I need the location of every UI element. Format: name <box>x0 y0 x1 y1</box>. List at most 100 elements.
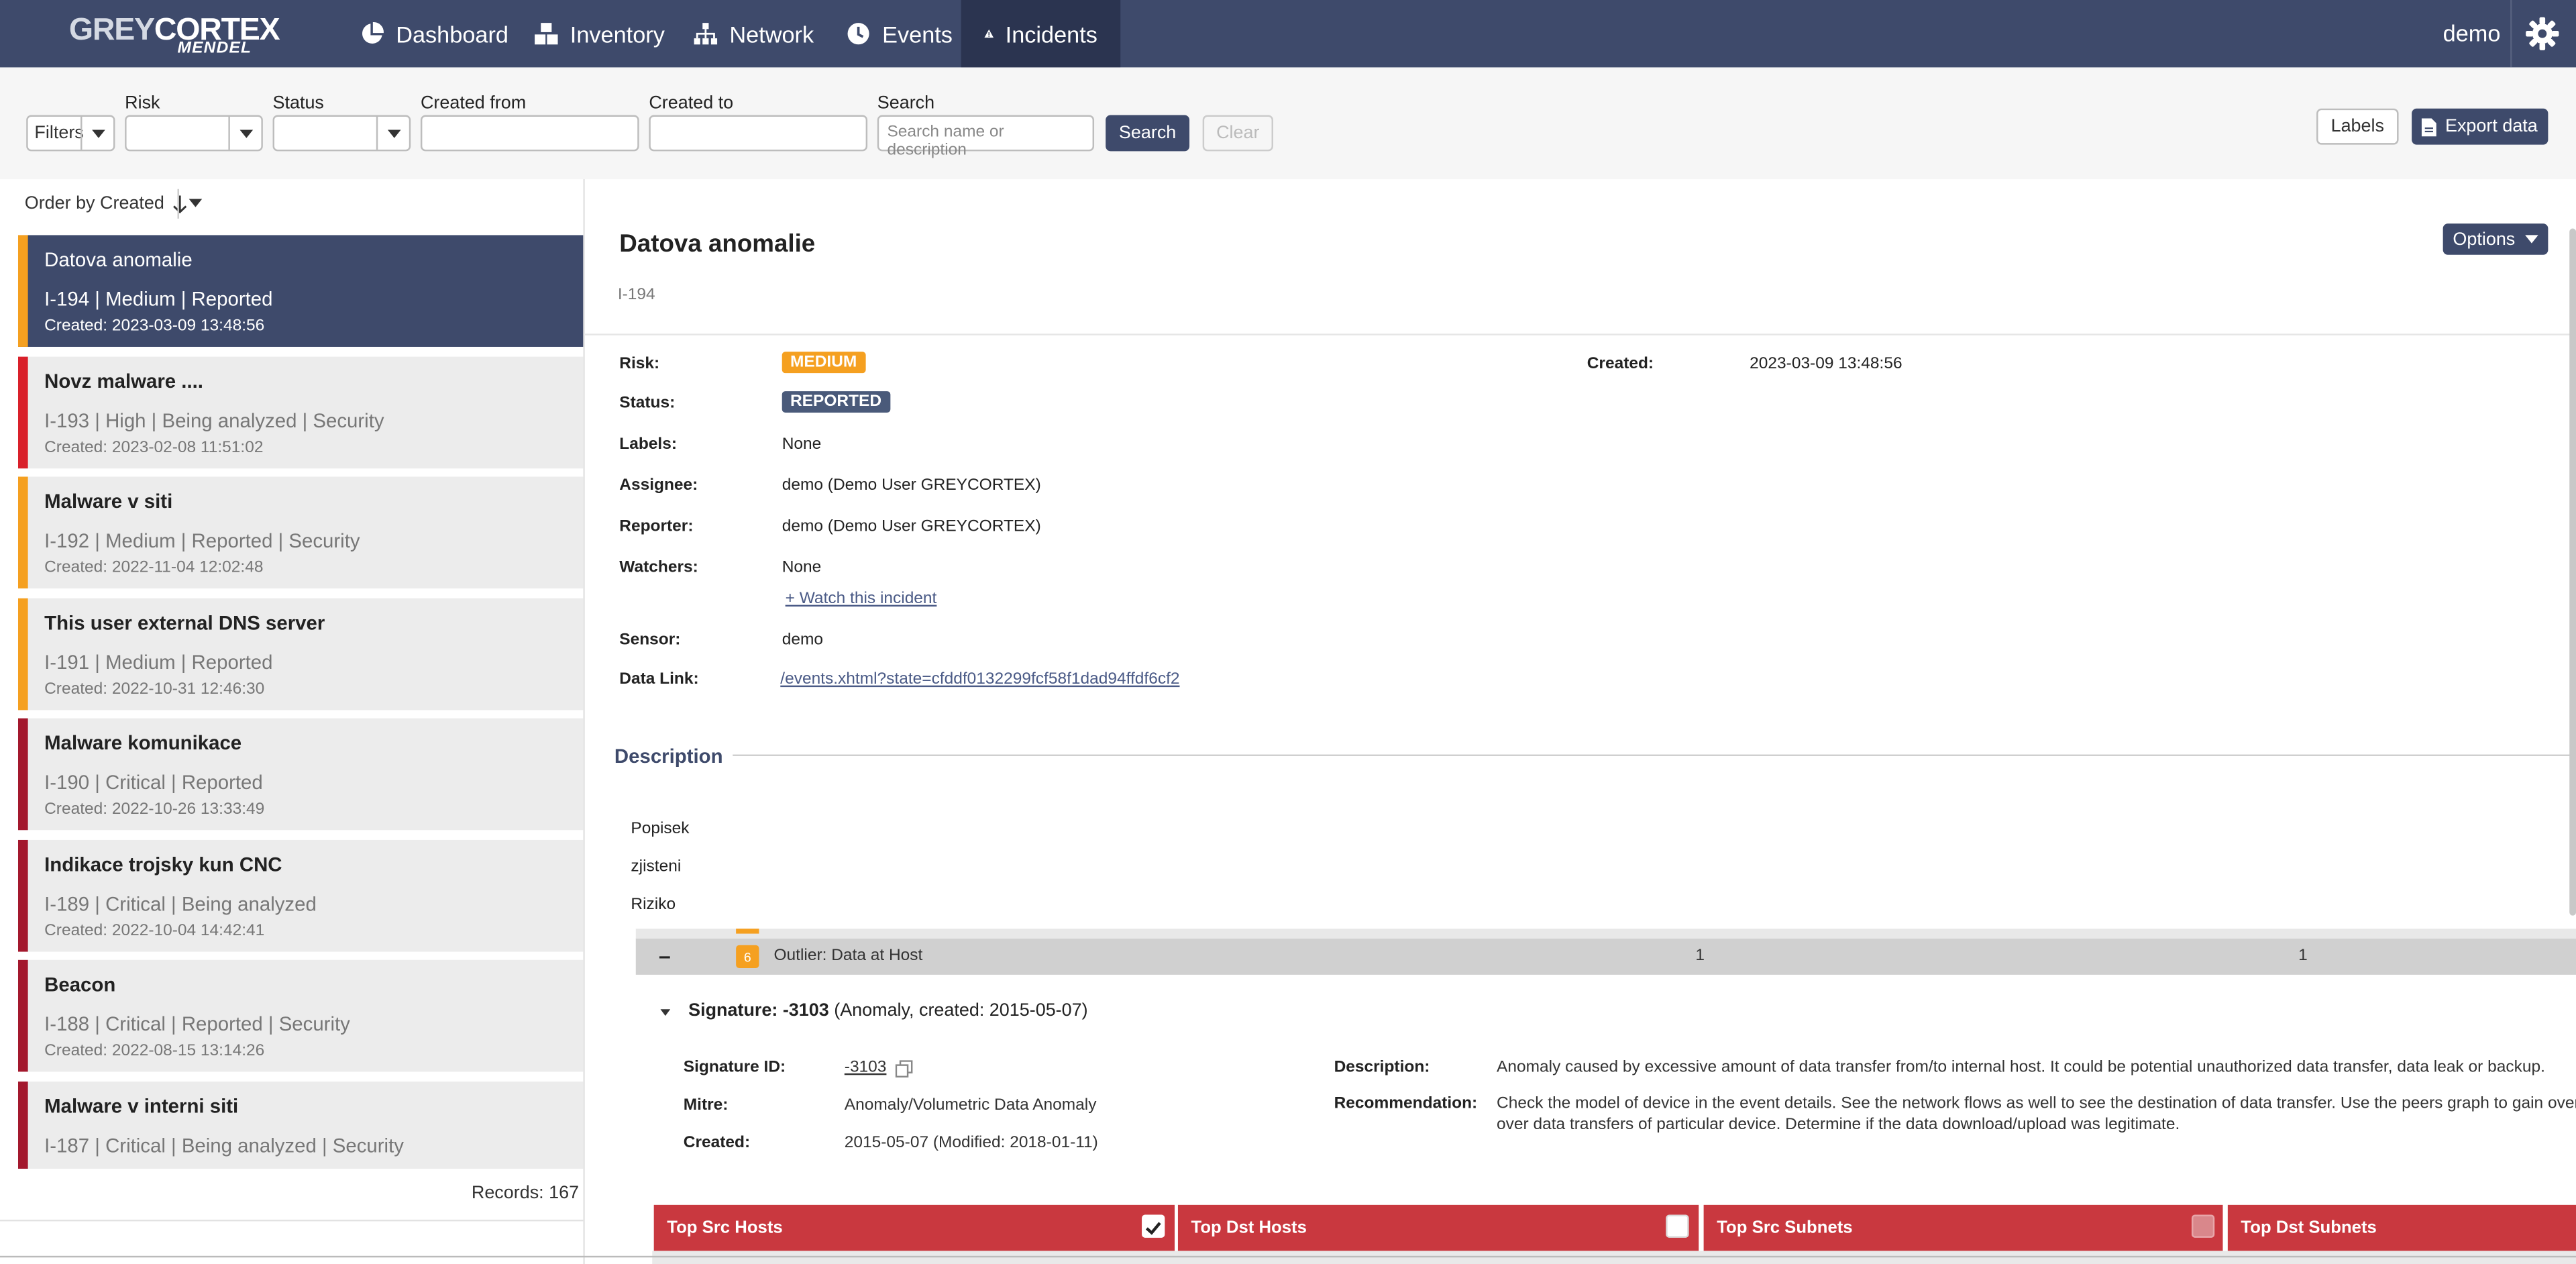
table-row-partial <box>635 929 2576 939</box>
nav-dashboard[interactable]: Dashboard <box>337 0 531 67</box>
risk-color-bar <box>17 235 28 347</box>
list-item[interactable]: This user external DNS server I-191 | Me… <box>17 597 584 710</box>
order-by-control[interactable]: Order by Created <box>24 194 187 214</box>
incident-created: Created: 2022-10-26 13:33:49 <box>44 800 265 819</box>
chevron-down-icon[interactable] <box>376 116 409 150</box>
signature-id-link[interactable]: -3103 <box>845 1059 887 1077</box>
mitre-value: Anomaly/Volumetric Data Anomaly <box>844 1096 1097 1115</box>
watch-incident-link[interactable]: + Watch this incident <box>786 590 937 609</box>
checkbox[interactable] <box>2191 1214 2215 1238</box>
incident-meta: I-188 | Critical | Reported | Security <box>44 1012 350 1036</box>
list-item[interactable]: Novz malware .... I-193 | High | Being a… <box>17 356 584 468</box>
watchers-field-label: Watchers: <box>619 559 698 577</box>
search-input[interactable]: Search name or description <box>877 115 1095 160</box>
checkbox-checked[interactable] <box>1142 1214 1165 1238</box>
incident-created: Created: 2022-08-15 13:14:26 <box>44 1042 265 1061</box>
risk-color-bar <box>17 597 28 710</box>
event-title: Outlier: Data at Host <box>773 947 923 965</box>
filter-bar: Filters Risk Status Created from Created… <box>0 67 2576 181</box>
created-from-input[interactable] <box>420 115 639 152</box>
pie-chart-icon <box>362 21 384 44</box>
nav-incidents[interactable]: Incidents <box>961 0 1121 68</box>
file-icon <box>2422 117 2437 136</box>
logo-text-mendel: MENDEL <box>177 39 252 58</box>
event-count-cell: 1 <box>1695 947 1705 965</box>
filters-dropdown[interactable]: Filters <box>26 115 115 152</box>
greycortex-logo[interactable]: GREYCORTEX MENDEL <box>68 10 280 60</box>
labels-button[interactable]: Labels <box>2316 108 2399 145</box>
created-from-label: Created from <box>420 93 527 114</box>
data-link[interactable]: /events.xhtml?state=cfddf0132299fcf58f1d… <box>780 671 1179 689</box>
sensor-field-label: Sensor: <box>619 631 681 649</box>
table-row[interactable]: – 6 Outlier: Data at Host 1 1 <box>635 938 2576 975</box>
nav-inventory[interactable]: Inventory <box>511 0 688 67</box>
nav-dashboard-label: Dashboard <box>396 20 508 47</box>
list-item[interactable]: Malware komunikace I-190 | Critical | Re… <box>17 718 584 831</box>
chevron-down-icon[interactable] <box>228 116 261 150</box>
export-data-button[interactable]: Export data <box>2412 108 2548 145</box>
signature-heading-id: Signature: -3103 <box>688 1001 829 1021</box>
list-item[interactable]: Datova anomalie I-194 | Medium | Reporte… <box>17 235 584 347</box>
incident-meta: I-190 | Critical | Reported <box>44 771 263 794</box>
status-select[interactable] <box>272 115 411 152</box>
options-button[interactable]: Options <box>2443 223 2548 255</box>
signature-id-label: Signature ID: <box>683 1058 786 1077</box>
created-to-input[interactable] <box>649 115 868 152</box>
risk-color-bar <box>17 476 28 589</box>
labels-field-value: None <box>782 435 822 454</box>
cubes-icon <box>535 23 558 45</box>
nav-network[interactable]: Network <box>670 0 837 67</box>
gear-icon[interactable] <box>2525 17 2559 51</box>
chevron-down-icon <box>2524 235 2538 244</box>
list-item[interactable]: Indikace trojsky kun CNC I-189 | Critica… <box>17 839 584 951</box>
options-label: Options <box>2453 229 2516 250</box>
table-title: Top Dst Hosts <box>1191 1218 1307 1238</box>
incident-title: Malware komunikace <box>44 731 242 755</box>
incident-meta: I-191 | Medium | Reported <box>44 649 273 674</box>
risk-select[interactable] <box>125 115 263 152</box>
nav-events[interactable]: Events <box>823 0 975 67</box>
sitemap-icon <box>694 23 718 45</box>
checkbox[interactable] <box>1666 1214 1689 1238</box>
incident-detail-panel: Datova anomalie I-194 Options Risk: MEDI… <box>584 179 2576 1264</box>
nav-incidents-label: Incidents <box>1005 20 1097 47</box>
chevron-down-icon[interactable] <box>189 199 203 207</box>
watchers-field-value: None <box>782 559 822 577</box>
clear-button[interactable]: Clear <box>1202 115 1273 152</box>
recommendation-label: Recommendation: <box>1334 1094 1478 1113</box>
signature-created-label: Created: <box>683 1134 751 1153</box>
list-item[interactable]: Malware v siti I-192 | Medium | Reported… <box>17 476 584 589</box>
list-item[interactable]: Beacon I-188 | Critical | Reported | Sec… <box>17 959 584 1072</box>
search-button[interactable]: Search <box>1106 115 1190 152</box>
chevron-down-icon[interactable] <box>80 116 113 150</box>
clock-icon <box>847 23 869 45</box>
divider <box>0 1255 2576 1258</box>
incident-created: Created: 2023-03-09 13:48:56 <box>44 317 265 335</box>
signature-heading-meta: (Anomaly, created: 2015-05-07) <box>828 1001 1088 1021</box>
incident-title: Indikace trojsky kun CNC <box>44 852 282 876</box>
description-line: Popisek <box>631 820 690 839</box>
assignee-field-label: Assignee: <box>619 476 698 495</box>
status-badge: REPORTED <box>782 391 890 413</box>
logo-text-grey: GREY <box>68 13 155 48</box>
risk-badge-fragment <box>736 929 759 934</box>
status-field-label: Status: <box>619 394 676 413</box>
collapse-icon[interactable]: – <box>659 943 671 968</box>
incident-meta: I-189 | Critical | Being analyzed <box>44 892 317 915</box>
description-line: Riziko <box>631 896 676 914</box>
warning-icon <box>984 29 994 38</box>
user-menu[interactable]: demo <box>2443 19 2501 46</box>
top-navbar: GREYCORTEX MENDEL Dashboard Inventory Ne… <box>0 0 2576 68</box>
caret-down-icon[interactable] <box>660 1009 671 1016</box>
copy-icon[interactable] <box>895 1060 914 1078</box>
incident-list: Datova anomalie I-194 | Medium | Reporte… <box>17 235 584 1169</box>
list-item[interactable]: Malware v interni siti I-187 | Critical … <box>17 1080 584 1169</box>
incident-title: Beacon <box>44 973 116 996</box>
assignee-field-value[interactable]: demo (Demo User GREYCORTEX) <box>782 477 1041 495</box>
order-by-label: Order by Created <box>24 194 164 214</box>
scrollbar[interactable] <box>2569 228 2576 916</box>
created-field-value: 2023-03-09 13:48:56 <box>1750 355 1902 374</box>
arrow-down-icon[interactable] <box>172 195 187 213</box>
incident-meta: I-192 | Medium | Reported | Security <box>44 529 360 553</box>
risk-field-label: Risk: <box>619 355 660 374</box>
